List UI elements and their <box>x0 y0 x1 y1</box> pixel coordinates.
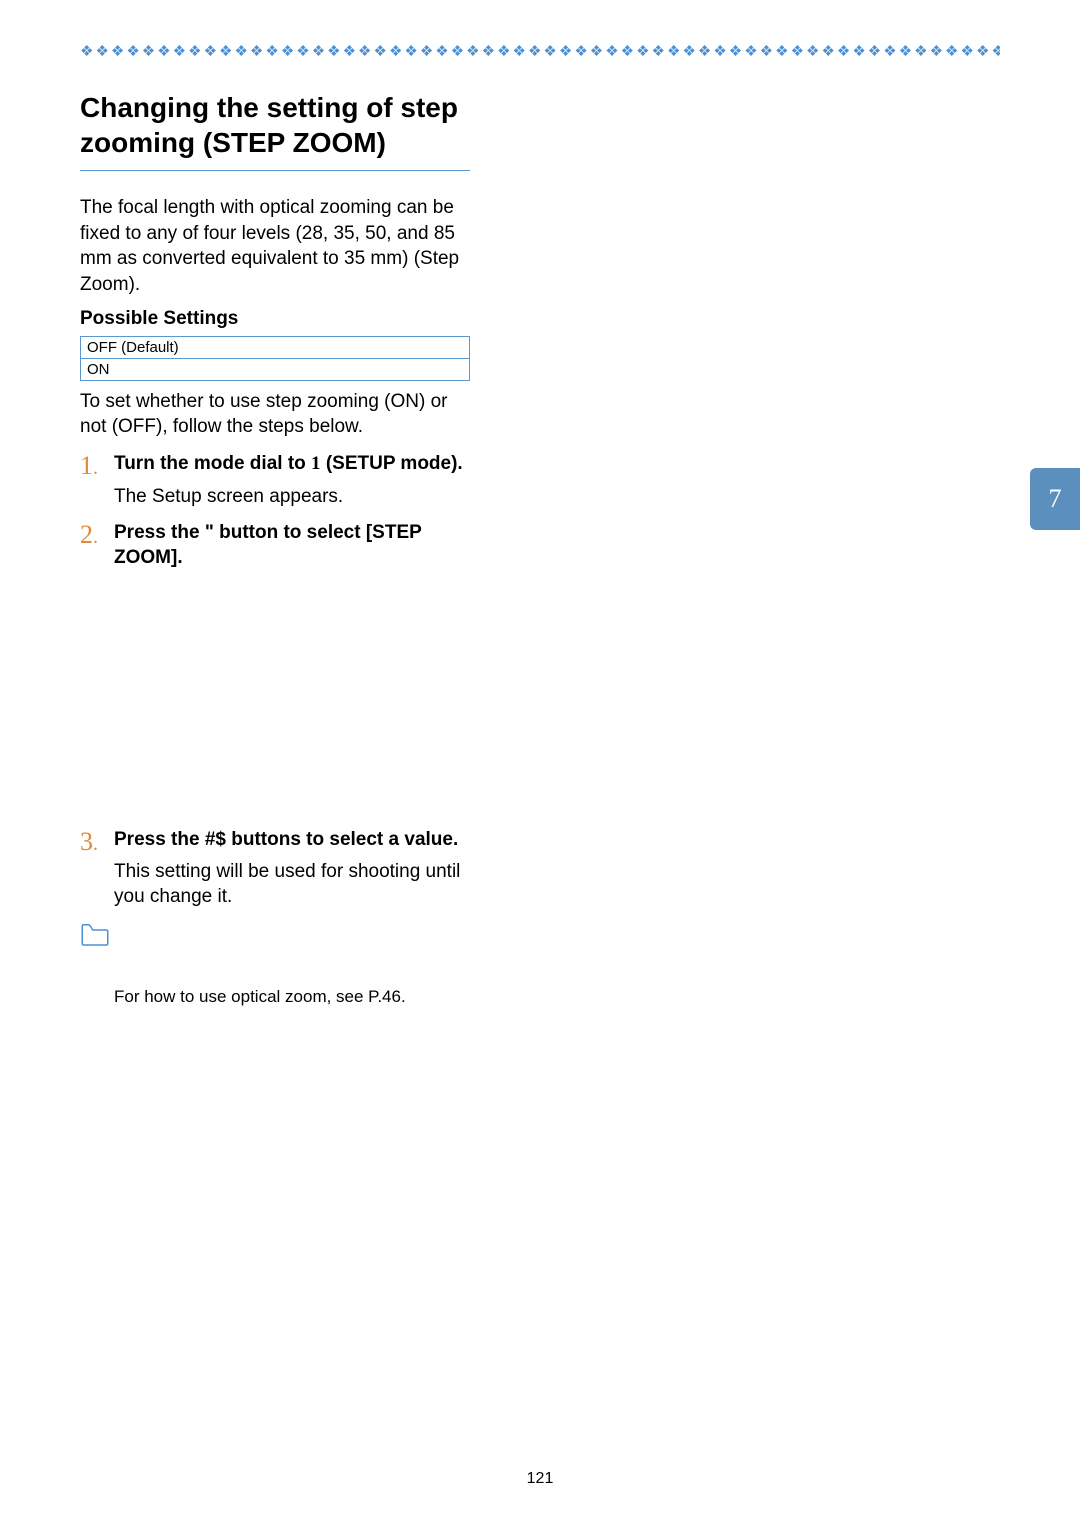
step-title: Press the #$ buttons to select a value. <box>114 828 470 853</box>
step-number: 1. <box>80 452 114 509</box>
settings-cell: ON <box>81 358 470 380</box>
section-title: Changing the setting of step zooming (ST… <box>80 90 470 160</box>
step-title: Turn the mode dial to 1 (SETUP mode). <box>114 452 463 477</box>
settings-table: OFF (Default) ON <box>80 336 470 381</box>
step-body: Press the " button to select [STEP ZOOM]… <box>114 521 470 570</box>
settings-cell: OFF (Default) <box>81 336 470 358</box>
step-body: Press the #$ buttons to select a value. … <box>114 828 470 910</box>
step-number: 2. <box>80 521 114 570</box>
table-row: OFF (Default) <box>81 336 470 358</box>
note-icon-row <box>80 922 470 947</box>
page: ❖❖❖❖❖❖❖❖❖❖❖❖❖❖❖❖❖❖❖❖❖❖❖❖❖❖❖❖❖❖❖❖❖❖❖❖❖❖❖❖… <box>0 0 1080 1528</box>
possible-settings-label: Possible Settings <box>80 308 470 330</box>
step-3: 3. Press the #$ buttons to select a valu… <box>80 828 470 910</box>
chapter-tab: 7 <box>1030 468 1080 530</box>
table-row: ON <box>81 358 470 380</box>
intro-paragraph: The focal length with optical zooming ca… <box>80 195 470 298</box>
note-folder-icon <box>80 922 110 947</box>
figure-placeholder <box>80 571 470 816</box>
step-number: 3. <box>80 828 114 910</box>
after-table-paragraph: To set whether to use step zooming (ON) … <box>80 389 470 440</box>
title-underline <box>80 170 470 171</box>
page-number: 121 <box>0 1470 1080 1488</box>
note-text: For how to use optical zoom, see P.46. <box>114 987 470 1007</box>
main-column: The focal length with optical zooming ca… <box>80 195 470 1007</box>
step-2: 2. Press the " button to select [STEP ZO… <box>80 521 470 570</box>
step-body: Turn the mode dial to 1 (SETUP mode). Th… <box>114 452 463 509</box>
decorative-diamond-border: ❖❖❖❖❖❖❖❖❖❖❖❖❖❖❖❖❖❖❖❖❖❖❖❖❖❖❖❖❖❖❖❖❖❖❖❖❖❖❖❖… <box>80 42 1000 60</box>
step-description: This setting will be used for shooting u… <box>114 860 470 909</box>
step-1: 1. Turn the mode dial to 1 (SETUP mode).… <box>80 452 470 509</box>
step-title: Press the " button to select [STEP ZOOM]… <box>114 521 470 570</box>
step-description: The Setup screen appears. <box>114 485 463 510</box>
